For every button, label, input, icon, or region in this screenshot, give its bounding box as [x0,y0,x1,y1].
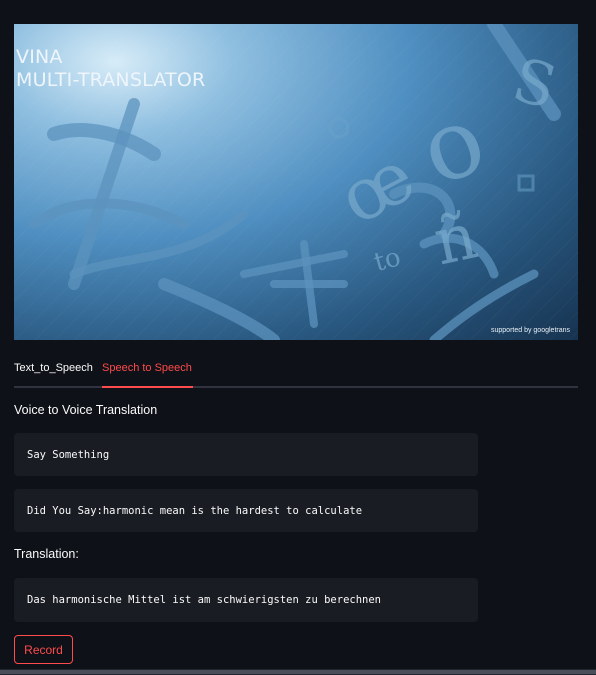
record-button[interactable]: Record [14,635,73,664]
recognized-code-block: Did You Say:harmonic mean is the hardest… [14,489,478,532]
translation-text: Das harmonische Mittel ist am schwierigs… [27,594,382,606]
section-heading: Voice to Voice Translation [14,403,158,417]
banner-credit: supported by googletrans [491,327,570,334]
translation-heading: Translation: [14,547,79,561]
scrollbar-thumb[interactable] [0,670,596,674]
banner-image: œ o ñ to S VINA MULTI-TRANSLATOR support… [14,24,578,340]
app-title: VINA MULTI-TRANSLATOR [16,46,205,92]
horizontal-scrollbar[interactable] [0,669,596,675]
recognized-text: Did You Say:harmonic mean is the hardest… [27,504,363,517]
prompt-code-block: Say Something [14,433,478,476]
tab-bar: Text_to_Speech Speech to Speech [14,356,578,388]
translation-code-block: Das harmonische Mittel ist am schwierigs… [14,578,478,622]
tab-speech-to-speech[interactable]: Speech to Speech [102,362,192,374]
prompt-text: Say Something [27,448,110,461]
active-tab-indicator [102,386,193,388]
tab-text-to-speech[interactable]: Text_to_Speech [14,362,93,374]
app-title-line2: MULTI-TRANSLATOR [16,69,206,91]
app-title-line1: VINA [16,46,63,68]
